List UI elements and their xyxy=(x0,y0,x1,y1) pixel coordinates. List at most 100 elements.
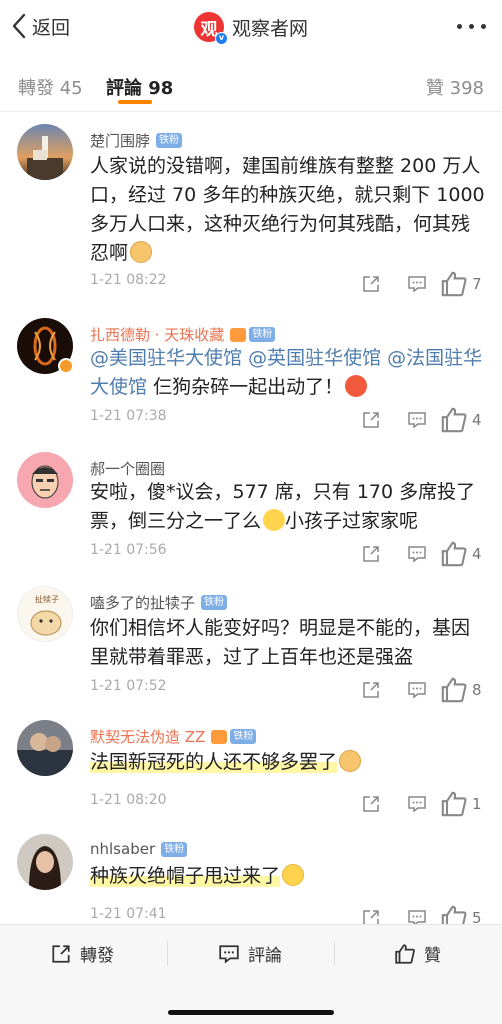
avatar[interactable]: 扯犊子 xyxy=(17,586,73,642)
like-button[interactable]: 1 xyxy=(440,790,484,818)
tab-likes[interactable]: 贊 398 xyxy=(426,74,484,100)
more-dot-icon xyxy=(481,24,486,29)
username[interactable]: 楚门围脖 xyxy=(90,130,150,151)
tab-reposts[interactable]: 轉發 45 xyxy=(18,74,83,100)
comment-author: 嗑多了的扯犊子 铁粉 xyxy=(90,592,228,613)
comment-text: 你们相信坏人能变好吗？明显是不能的，基因里就带着罪恶，过了上百年也还是强盗 xyxy=(90,614,485,672)
repost-button[interactable] xyxy=(348,680,394,700)
comment-text: 安啦，傻*议会，577 席，只有 170 多席投了票，倒三分之一了么 小孩子过家家… xyxy=(90,478,485,536)
like-button[interactable]: 4 xyxy=(440,540,484,568)
comment-item: 扯犊子 嗑多了的扯犊子 铁粉 你们相信坏人能变好吗？明显是不能的，基因里就带着罪… xyxy=(0,586,502,706)
avatar[interactable] xyxy=(17,452,73,508)
bottom-action-bar: 轉發 評論 贊 xyxy=(0,924,502,1024)
like-count: 4 xyxy=(472,545,482,563)
comment-actions: 4 xyxy=(348,406,484,434)
doge-emoji-icon xyxy=(339,750,362,772)
comment-bar-label: 評論 xyxy=(248,946,282,966)
avatar-caption: 扯犊子 xyxy=(35,595,59,604)
username[interactable]: nhlsaber xyxy=(90,840,155,858)
comment-author: nhlsaber 铁粉 xyxy=(90,840,188,858)
account-logo: 观 v xyxy=(194,12,228,45)
avatar[interactable] xyxy=(17,124,73,180)
comment-item: 楚门围脖 铁粉 人家说的没错啊，建国前维族有整整 200 万人口，经过 70 多… xyxy=(0,124,502,304)
fan-badge: 铁粉 xyxy=(249,327,276,342)
comment-item: nhlsaber 铁粉 种族灭绝帽子甩过来了 1-21 07:41 5 xyxy=(0,834,502,931)
laugh-cry-emoji-icon xyxy=(263,509,286,531)
username[interactable]: 郝一个圈圈 xyxy=(90,458,165,479)
like-bar-button[interactable]: 贊 xyxy=(394,941,441,966)
comment-text-content: 仨狗杂碎一起出动了！ xyxy=(153,376,344,398)
avatar[interactable] xyxy=(17,834,73,890)
share-icon xyxy=(363,412,379,428)
repost-bar-label: 轉發 xyxy=(80,946,114,966)
comment-author: 默契无法伪造 ZZ 铁粉 xyxy=(90,726,257,747)
fan-badge: 铁粉 xyxy=(201,595,228,610)
comment-text: 种族灭绝帽子甩过来了 xyxy=(90,862,485,891)
repost-button[interactable] xyxy=(348,274,394,294)
reply-button[interactable] xyxy=(394,794,440,814)
username[interactable]: 嗑多了的扯犊子 xyxy=(90,592,195,613)
repost-bar-button[interactable]: 轉發 xyxy=(50,941,114,966)
thumbs-up-icon xyxy=(441,271,467,297)
more-dot-icon xyxy=(457,24,462,29)
like-count: 1 xyxy=(472,795,482,813)
thumbs-up-icon xyxy=(441,407,467,433)
like-button[interactable]: 7 xyxy=(440,270,484,298)
repost-button[interactable] xyxy=(348,794,394,814)
repost-button[interactable] xyxy=(348,410,394,430)
username[interactable]: 扎西德勒 · 天珠收藏 xyxy=(90,324,224,345)
comment-bar-button[interactable]: 評論 xyxy=(218,941,282,966)
comment-time: 1-21 08:22 xyxy=(90,272,167,288)
comment-actions: 8 xyxy=(348,676,484,704)
comment-time: 1-21 07:56 xyxy=(90,542,167,558)
divider xyxy=(334,941,335,965)
thumbs-up-icon xyxy=(395,943,415,964)
doge-emoji-icon xyxy=(130,241,153,263)
back-button[interactable]: 返回 xyxy=(10,12,70,40)
more-options-button[interactable] xyxy=(457,24,486,29)
like-button[interactable]: 8 xyxy=(440,676,484,704)
home-indicator[interactable] xyxy=(168,1010,334,1015)
angry-emoji-icon xyxy=(345,375,368,397)
share-icon xyxy=(363,796,379,812)
like-bar-label: 贊 xyxy=(424,946,441,966)
reply-button[interactable] xyxy=(394,274,440,294)
back-label: 返回 xyxy=(32,16,71,39)
share-icon xyxy=(52,944,70,963)
comment-actions: 1 xyxy=(348,790,484,818)
crown-icon xyxy=(230,327,247,342)
chevron-left-icon xyxy=(12,13,26,39)
mention-link[interactable]: @英国驻华使馆 xyxy=(248,347,381,369)
tab-bar: 轉發 45 評論 98 贊 398 xyxy=(0,56,502,112)
reply-button[interactable] xyxy=(394,410,440,430)
comment-icon xyxy=(408,796,426,813)
crown-icon xyxy=(211,729,228,744)
mention-link[interactable]: @美国驻华大使馆 xyxy=(90,347,242,369)
like-count: 7 xyxy=(472,275,482,293)
comment-text: 人家说的没错啊，建国前维族有整整 200 万人口，经过 70 多年的种族灭绝，就… xyxy=(90,152,485,268)
comment-text-content: 法国新冠死的人还不够多罢了 xyxy=(90,751,338,773)
comment-author: 扎西德勒 · 天珠收藏 铁粉 xyxy=(90,324,276,345)
comment-item: 扎西德勒 · 天珠收藏 铁粉 @美国驻华大使馆 @英国驻华使馆 @法国驻华大使馆… xyxy=(0,318,502,442)
repost-button[interactable] xyxy=(348,544,394,564)
photo-avatar-image xyxy=(29,846,61,890)
comment-text-content: 种族灭绝帽子甩过来了 xyxy=(90,865,281,887)
comment-icon xyxy=(408,546,426,563)
reply-button[interactable] xyxy=(394,544,440,564)
avatar[interactable] xyxy=(17,720,73,776)
more-dot-icon xyxy=(469,24,474,29)
comment-text: 法国新冠死的人还不够多罢了 xyxy=(90,748,485,777)
comment-actions: 7 xyxy=(348,270,484,298)
comment-text-content: 小孩子过家家呢 xyxy=(285,510,419,532)
lighthouse-avatar-image xyxy=(27,136,63,180)
top-nav-bar: 返回 观 v 观察者网 xyxy=(0,0,502,56)
page-title: 观 v 观察者网 xyxy=(194,12,308,45)
fan-badge: 铁粉 xyxy=(161,841,188,857)
comment-author: 郝一个圈圈 xyxy=(90,458,165,479)
fan-badge: 铁粉 xyxy=(156,133,183,148)
comment-time: 1-21 07:38 xyxy=(90,408,167,424)
reply-button[interactable] xyxy=(394,680,440,700)
like-button[interactable]: 4 xyxy=(440,406,484,434)
tab-comments[interactable]: 評論 98 xyxy=(106,74,173,100)
username[interactable]: 默契无法伪造 ZZ xyxy=(90,726,205,747)
